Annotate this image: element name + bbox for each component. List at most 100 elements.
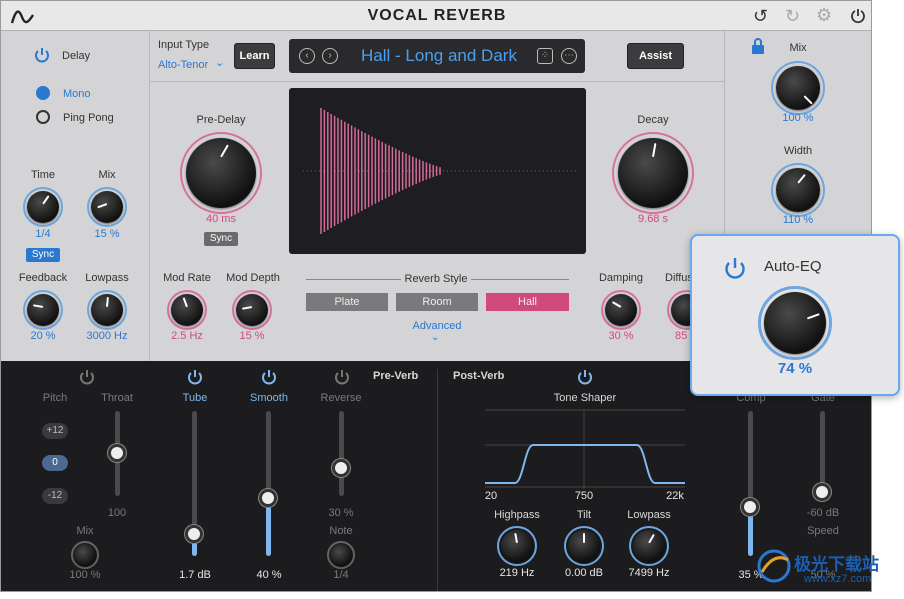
postverb-title: Post-Verb xyxy=(453,370,505,382)
mono-label: Mono xyxy=(63,88,91,100)
damping-label: Damping xyxy=(598,272,644,284)
time-sync-button[interactable]: Sync xyxy=(26,248,60,262)
diffusion-label: Diffus xyxy=(665,272,693,284)
delay-mix-label: Mix xyxy=(98,169,116,181)
damping-knob[interactable] xyxy=(605,294,637,326)
throat-slider[interactable] xyxy=(108,444,126,462)
divider xyxy=(149,81,724,82)
divider xyxy=(724,31,725,236)
predelay-sync-button[interactable]: Sync xyxy=(204,232,238,246)
style-plate-button[interactable]: Plate xyxy=(306,293,388,311)
speed-label: Speed xyxy=(807,525,839,537)
reverse-power-icon[interactable] xyxy=(334,368,350,386)
reverb-style-label: Reverb Style xyxy=(404,273,468,285)
toneshaper-graph[interactable] xyxy=(485,409,685,489)
note-knob[interactable] xyxy=(330,544,352,566)
damping-value: 30 % xyxy=(608,330,634,342)
style-hall-button[interactable]: Hall xyxy=(486,293,569,311)
delay-label: Delay xyxy=(62,50,91,62)
tilt-label: Tilt xyxy=(576,509,592,521)
predelay-value: 40 ms xyxy=(206,213,236,225)
auto-eq-power-icon[interactable] xyxy=(724,256,746,280)
feedback-knob[interactable] xyxy=(27,294,59,326)
tube-label: Tube xyxy=(182,392,208,404)
modrate-knob[interactable] xyxy=(171,294,203,326)
smooth-value: 40 % xyxy=(256,569,282,581)
power-icon[interactable] xyxy=(850,8,866,24)
style-room-button[interactable]: Room xyxy=(396,293,478,311)
comp-slider[interactable] xyxy=(741,498,759,516)
tilt-knob[interactable] xyxy=(568,530,600,562)
auto-eq-value: 74 % xyxy=(777,360,813,377)
delay-mix-knob[interactable] xyxy=(91,191,123,223)
ping-pong-radio[interactable] xyxy=(36,110,50,124)
divider xyxy=(306,279,401,280)
smooth-power-icon[interactable] xyxy=(261,368,277,386)
decay-knob[interactable] xyxy=(618,138,688,208)
tube-slider[interactable] xyxy=(185,525,203,543)
right-mix-value: 100 % xyxy=(782,112,814,124)
predelay-knob[interactable] xyxy=(186,138,256,208)
auto-eq-knob[interactable] xyxy=(764,292,826,354)
app-title: VOCAL REVERB xyxy=(367,7,507,24)
reverse-track xyxy=(339,411,344,496)
divider xyxy=(437,369,438,591)
input-type-select[interactable]: Alto-Tenor xyxy=(158,59,208,71)
time-label: Time xyxy=(30,169,56,181)
time-value: 1/4 xyxy=(35,228,51,240)
advanced-link[interactable]: Advanced xyxy=(396,320,478,332)
undo-icon[interactable]: ↺ xyxy=(753,6,768,27)
pitch-plus12-button[interactable]: +12 xyxy=(42,423,68,439)
width-label: Width xyxy=(783,145,813,157)
width-value: 110 % xyxy=(782,214,814,226)
redo-icon[interactable]: ↻ xyxy=(785,6,800,27)
pitch-power-icon[interactable] xyxy=(79,368,95,386)
watermark-logo-icon xyxy=(757,549,791,583)
toneshaper-tick-mid: 750 xyxy=(574,490,594,502)
prev-preset-icon[interactable]: ‹ xyxy=(299,48,315,64)
assist-button[interactable]: Assist xyxy=(627,43,684,69)
toneshaper-tick-low: 20 xyxy=(484,490,498,502)
reverse-label: Reverse xyxy=(320,392,362,404)
chevron-down-icon[interactable]: ⌄ xyxy=(215,56,224,69)
next-preset-icon[interactable]: › xyxy=(322,48,338,64)
preverb-title: Pre-Verb xyxy=(373,370,419,382)
learn-button[interactable]: Learn xyxy=(234,43,275,69)
gate-slider[interactable] xyxy=(813,483,831,501)
watermark-text: 极光下载站 xyxy=(794,555,879,574)
post-lowpass-knob[interactable] xyxy=(633,530,665,562)
tilt-value: 0.00 dB xyxy=(565,567,603,579)
mono-radio[interactable] xyxy=(36,86,50,100)
reverb-display xyxy=(289,88,586,254)
highpass-knob[interactable] xyxy=(501,530,533,562)
delay-mix-value: 15 % xyxy=(94,228,120,240)
delay-lowpass-label: Lowpass xyxy=(85,272,129,284)
tube-power-icon[interactable] xyxy=(187,368,203,386)
pitch-label: Pitch xyxy=(42,392,68,404)
toneshaper-power-icon[interactable] xyxy=(577,368,593,386)
time-knob[interactable] xyxy=(27,191,59,223)
lock-icon[interactable] xyxy=(750,37,766,55)
ping-pong-label: Ping Pong xyxy=(63,112,114,124)
moddepth-knob[interactable] xyxy=(236,294,268,326)
random-preset-icon[interactable]: ⁘ xyxy=(537,48,553,64)
width-knob[interactable] xyxy=(776,168,820,212)
decay-value: 9.68 s xyxy=(638,213,668,225)
gear-icon[interactable]: ⚙ xyxy=(816,5,832,26)
modrate-value: 2.5 Hz xyxy=(171,330,203,342)
toneshaper-label: Tone Shaper xyxy=(553,392,617,404)
pitch-mix-knob[interactable] xyxy=(74,544,96,566)
delay-power-icon[interactable] xyxy=(34,46,50,64)
pitch-zero-button[interactable]: 0 xyxy=(42,455,68,471)
right-mix-knob[interactable] xyxy=(776,66,820,110)
tube-value: 1.7 dB xyxy=(179,569,211,581)
double-chevron-down-icon[interactable]: ⌄ xyxy=(431,332,439,343)
delay-lowpass-knob[interactable] xyxy=(91,294,123,326)
pitch-minus12-button[interactable]: -12 xyxy=(42,488,68,504)
smooth-slider[interactable] xyxy=(259,489,277,507)
title-bar: VOCAL REVERB ↺ ↻ ⚙ xyxy=(1,1,871,31)
reverse-slider[interactable] xyxy=(332,459,350,477)
preset-name[interactable]: Hall - Long and Dark xyxy=(339,46,539,66)
feedback-value: 20 % xyxy=(30,330,56,342)
preset-menu-icon[interactable]: ⋯ xyxy=(561,48,577,64)
